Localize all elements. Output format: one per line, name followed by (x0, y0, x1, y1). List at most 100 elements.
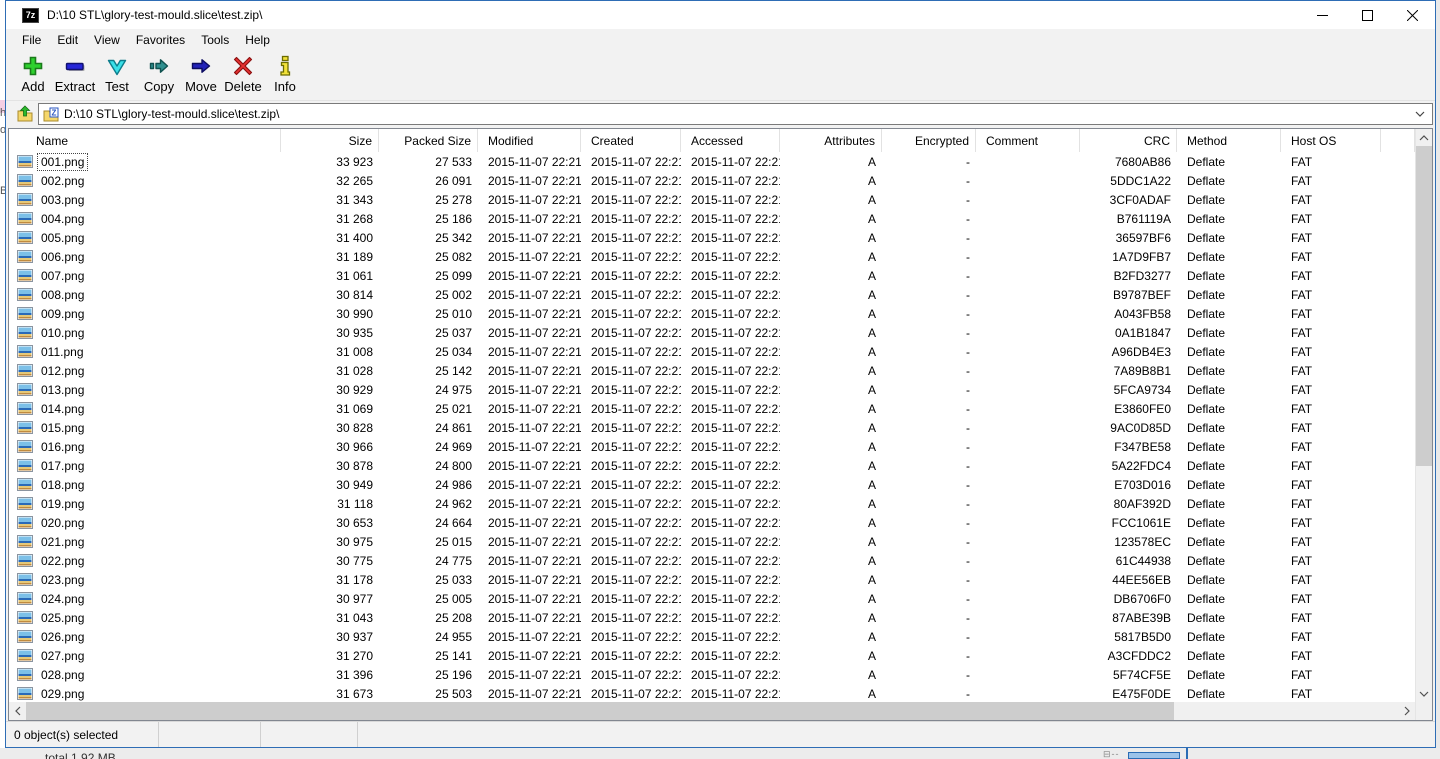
file-row[interactable]: 002.png 32 265 26 091 2015-11-07 22:21 2… (9, 171, 1415, 190)
menu-item-file[interactable]: File (14, 31, 49, 49)
horizontal-scroll-track[interactable] (26, 702, 1398, 720)
vertical-scrollbar[interactable] (1415, 129, 1432, 720)
horizontal-scroll-thumb[interactable] (26, 702, 1174, 720)
test-check-icon (105, 54, 129, 78)
cell-crc: 80AF392D (1080, 494, 1177, 513)
file-row[interactable]: 005.png 31 400 25 342 2015-11-07 22:21 2… (9, 228, 1415, 247)
file-row[interactable]: 016.png 30 966 24 969 2015-11-07 22:21 2… (9, 437, 1415, 456)
cell-attributes: A (780, 589, 882, 608)
cell-crc: 5817B5D0 (1080, 627, 1177, 646)
scroll-down-button[interactable] (1416, 685, 1432, 702)
file-row[interactable]: 007.png 31 061 25 099 2015-11-07 22:21 2… (9, 266, 1415, 285)
file-row[interactable]: 011.png 31 008 25 034 2015-11-07 22:21 2… (9, 342, 1415, 361)
scroll-left-button[interactable] (9, 702, 26, 720)
file-row[interactable]: 029.png 31 673 25 503 2015-11-07 22:21 2… (9, 684, 1415, 702)
header-cell-name[interactable]: Name (9, 129, 281, 152)
vertical-scroll-thumb[interactable] (1416, 146, 1432, 466)
menu-item-view[interactable]: View (86, 31, 128, 49)
file-name: 004.png (38, 211, 87, 227)
header-cell-modified[interactable]: Modified (478, 129, 581, 152)
cell-accessed: 2015-11-07 22:21 (681, 475, 780, 494)
cell-filler (1381, 532, 1415, 551)
cell-size: 32 265 (281, 171, 379, 190)
scroll-up-button[interactable] (1416, 129, 1432, 146)
info-button[interactable]: Info (264, 54, 306, 94)
cell-encrypted: - (882, 304, 976, 323)
move-button[interactable]: Move (180, 54, 222, 94)
file-row[interactable]: 008.png 30 814 25 002 2015-11-07 22:21 2… (9, 285, 1415, 304)
move-arrow-icon (189, 54, 213, 78)
minimize-button[interactable] (1300, 1, 1345, 29)
cell-name: 002.png (9, 171, 281, 190)
cell-size: 31 043 (281, 608, 379, 627)
cell-name: 025.png (9, 608, 281, 627)
file-row[interactable]: 001.png 33 923 27 533 2015-11-07 22:21 2… (9, 152, 1415, 171)
maximize-button[interactable] (1345, 1, 1390, 29)
file-row[interactable]: 028.png 31 396 25 196 2015-11-07 22:21 2… (9, 665, 1415, 684)
file-row[interactable]: 022.png 30 775 24 775 2015-11-07 22:21 2… (9, 551, 1415, 570)
menu-item-favorites[interactable]: Favorites (128, 31, 193, 49)
file-row[interactable]: 024.png 30 977 25 005 2015-11-07 22:21 2… (9, 589, 1415, 608)
menu-item-help[interactable]: Help (237, 31, 278, 49)
file-row[interactable]: 017.png 30 878 24 800 2015-11-07 22:21 2… (9, 456, 1415, 475)
cell-size: 30 966 (281, 437, 379, 456)
cell-packed-size: 25 010 (379, 304, 478, 323)
cell-filler (1381, 589, 1415, 608)
delete-button[interactable]: Delete (222, 54, 264, 94)
extract-button[interactable]: Extract (54, 54, 96, 94)
file-row[interactable]: 020.png 30 653 24 664 2015-11-07 22:21 2… (9, 513, 1415, 532)
address-input[interactable]: Z D:\10 STL\glory-test-mould.slice\test.… (38, 103, 1433, 125)
copy-button[interactable]: Copy (138, 54, 180, 94)
file-row[interactable]: 006.png 31 189 25 082 2015-11-07 22:21 2… (9, 247, 1415, 266)
header-cell-comment[interactable]: Comment (976, 129, 1080, 152)
file-row[interactable]: 026.png 30 937 24 955 2015-11-07 22:21 2… (9, 627, 1415, 646)
scroll-right-button[interactable] (1398, 702, 1415, 720)
image-file-icon (17, 155, 33, 168)
header-cell-method[interactable]: Method (1177, 129, 1281, 152)
menu-item-edit[interactable]: Edit (49, 31, 86, 49)
address-dropdown-button[interactable] (1412, 111, 1428, 117)
file-row[interactable]: 018.png 30 949 24 986 2015-11-07 22:21 2… (9, 475, 1415, 494)
file-row[interactable]: 009.png 30 990 25 010 2015-11-07 22:21 2… (9, 304, 1415, 323)
cell-crc: 7A89B8B1 (1080, 361, 1177, 380)
cell-accessed: 2015-11-07 22:21 (681, 209, 780, 228)
close-button[interactable] (1390, 1, 1435, 29)
file-row[interactable]: 004.png 31 268 25 186 2015-11-07 22:21 2… (9, 209, 1415, 228)
cell-filler (1381, 437, 1415, 456)
test-button[interactable]: Test (96, 54, 138, 94)
file-row[interactable]: 015.png 30 828 24 861 2015-11-07 22:21 2… (9, 418, 1415, 437)
header-cell-accessed[interactable]: Accessed (681, 129, 780, 152)
cell-name: 026.png (9, 627, 281, 646)
up-one-level-button[interactable] (12, 103, 38, 125)
cell-created: 2015-11-07 22:21 (581, 285, 681, 304)
header-cell-packed-size[interactable]: Packed Size (379, 129, 478, 152)
file-row[interactable]: 023.png 31 178 25 033 2015-11-07 22:21 2… (9, 570, 1415, 589)
file-row[interactable]: 025.png 31 043 25 208 2015-11-07 22:21 2… (9, 608, 1415, 627)
cell-packed-size: 25 034 (379, 342, 478, 361)
cell-name: 014.png (9, 399, 281, 418)
file-row[interactable]: 010.png 30 935 25 037 2015-11-07 22:21 2… (9, 323, 1415, 342)
cell-host-os: FAT (1281, 342, 1381, 361)
file-row[interactable]: 013.png 30 929 24 975 2015-11-07 22:21 2… (9, 380, 1415, 399)
header-cell-encrypted[interactable]: Encrypted (882, 129, 976, 152)
file-row[interactable]: 003.png 31 343 25 278 2015-11-07 22:21 2… (9, 190, 1415, 209)
file-row[interactable]: 012.png 31 028 25 142 2015-11-07 22:21 2… (9, 361, 1415, 380)
file-row[interactable]: 019.png 31 118 24 962 2015-11-07 22:21 2… (9, 494, 1415, 513)
cell-filler (1381, 304, 1415, 323)
image-file-icon (17, 649, 33, 662)
status-bar: 0 object(s) selected (6, 721, 1435, 747)
header-cell-host-os[interactable]: Host OS (1281, 129, 1381, 152)
header-cell-created[interactable]: Created (581, 129, 681, 152)
header-cell-attributes[interactable]: Attributes (780, 129, 882, 152)
file-row[interactable]: 021.png 30 975 25 015 2015-11-07 22:21 2… (9, 532, 1415, 551)
file-name: 027.png (38, 648, 87, 664)
add-button[interactable]: Add (12, 54, 54, 94)
file-row[interactable]: 027.png 31 270 25 141 2015-11-07 22:21 2… (9, 646, 1415, 665)
vertical-scroll-track[interactable] (1416, 146, 1432, 685)
file-row[interactable]: 014.png 31 069 25 021 2015-11-07 22:21 2… (9, 399, 1415, 418)
header-cell-size[interactable]: Size (281, 129, 379, 152)
horizontal-scrollbar[interactable] (9, 702, 1415, 720)
menu-item-tools[interactable]: Tools (193, 31, 237, 49)
header-cell-crc[interactable]: CRC (1080, 129, 1177, 152)
image-file-icon (17, 535, 33, 548)
